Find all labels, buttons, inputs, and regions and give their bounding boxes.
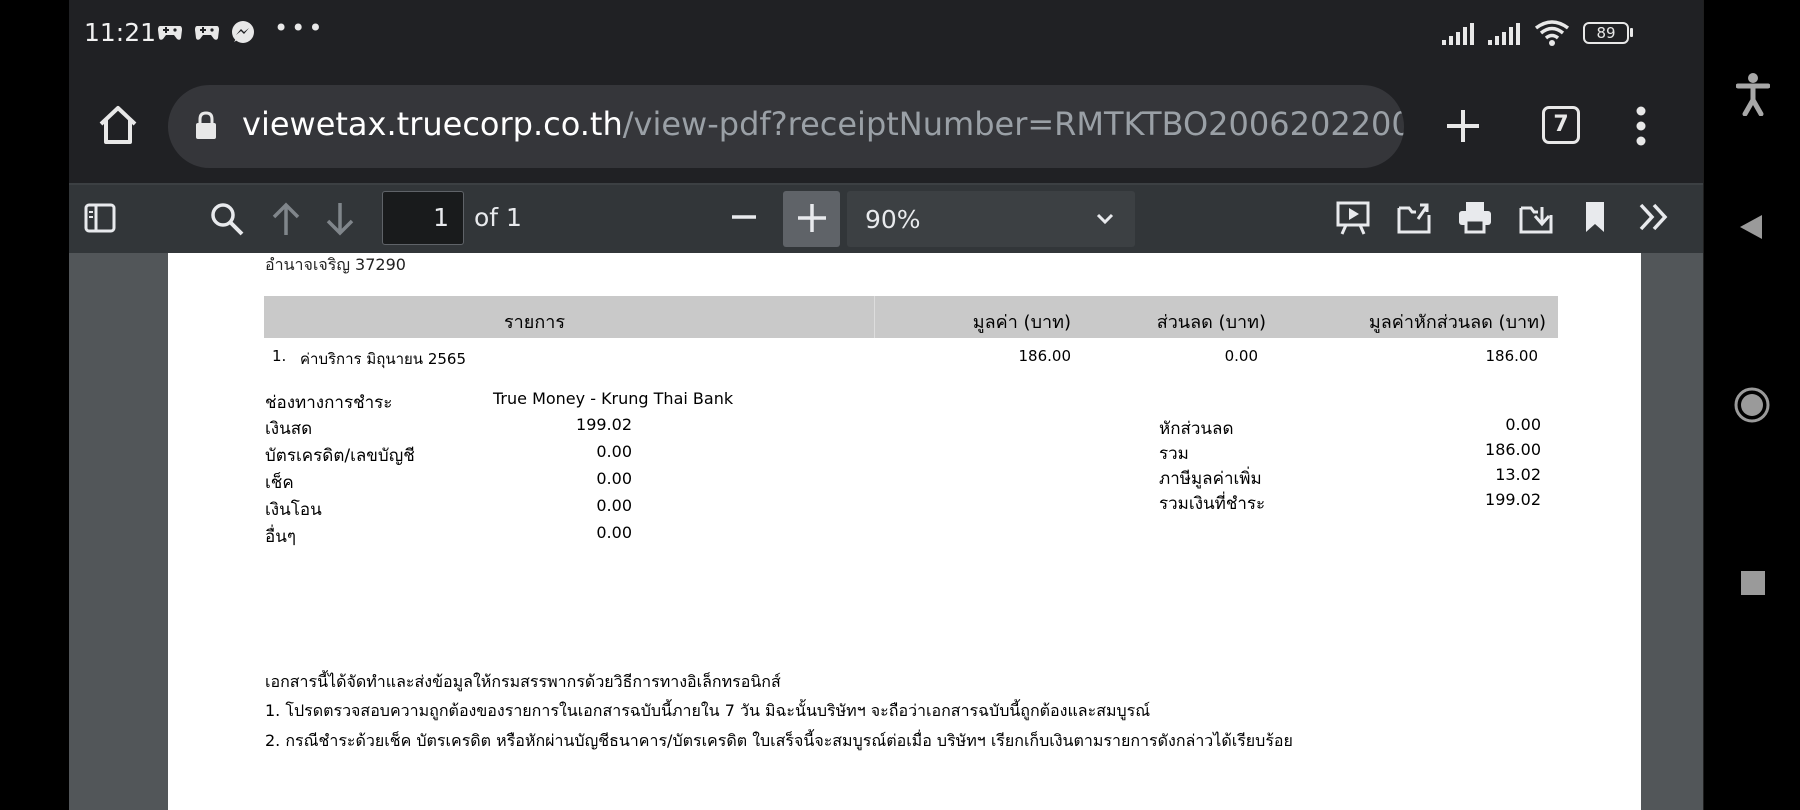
header-item: รายการ [504, 312, 565, 333]
row-value: 186.00 [1018, 347, 1072, 365]
customer-address-line: อำนาจเจริญ 37290 [265, 255, 406, 274]
next-result-icon[interactable] [323, 201, 357, 241]
left-screen-edge [0, 0, 69, 810]
zoom-level-dropdown[interactable]: 90% [847, 191, 1135, 247]
row-discount: 0.00 [1224, 347, 1258, 365]
new-tab-button[interactable] [1441, 104, 1485, 148]
overflow-menu-icon[interactable] [1637, 201, 1671, 237]
payment-method-label: บัตรเครดิต/เลขบัญชี [265, 446, 415, 466]
battery-tip [1630, 28, 1633, 37]
messenger-icon [230, 20, 256, 50]
browser-window: 11:21 ••• 89 viewetax.truecorp.co.th/vie… [69, 0, 1703, 810]
summary-label: รวม [1159, 444, 1189, 464]
payment-method-label: เงินสด [265, 419, 313, 439]
summary-value: 13.02 [1495, 465, 1541, 484]
payment-method-value: 199.02 [576, 415, 632, 434]
status-more-indicator: ••• [274, 14, 326, 42]
payment-method-value: 0.00 [596, 442, 632, 461]
print-icon[interactable] [1457, 199, 1493, 239]
payment-method-label: เช็ค [265, 473, 294, 493]
note-line: 2. กรณีชำระด้วยเช็ค บัตรเครดิต หรือหักผ่… [265, 731, 1293, 750]
signal-strength-icon [1488, 22, 1524, 50]
previous-result-icon[interactable] [269, 201, 303, 241]
summary-label: รวมเงินที่ชำระ [1159, 494, 1266, 514]
download-icon[interactable] [1518, 199, 1554, 239]
plus-icon [1441, 110, 1485, 152]
home-button[interactable] [93, 100, 143, 150]
payment-channel-value: True Money - Krung Thai Bank [493, 389, 734, 408]
url-path: /view-pdf?receiptNumber=RMTKTBO200620220… [622, 105, 1404, 143]
summary-value: 0.00 [1505, 415, 1541, 434]
search-icon[interactable] [209, 201, 245, 241]
zoom-in-button[interactable] [783, 191, 840, 247]
summary-value: 186.00 [1485, 440, 1541, 459]
row-net-value: 186.00 [1485, 347, 1539, 365]
payment-method-value: 0.00 [596, 469, 632, 488]
header-value: มูลค่า (บาท) [972, 312, 1071, 333]
address-bar[interactable]: viewetax.truecorp.co.th/view-pdf?receipt… [168, 85, 1404, 168]
tab-switcher-button[interactable]: 7 [1542, 106, 1580, 144]
game-controller-icon [193, 20, 221, 48]
pdf-toolbar: 1 of 1 90% [69, 183, 1703, 253]
note-line: 1. โปรดตรวจสอบความถูกต้องของรายการในเอกส… [265, 701, 1151, 720]
signal-strength-icon [1442, 22, 1478, 50]
status-time: 11:21 [84, 18, 157, 47]
wifi-icon [1534, 19, 1570, 51]
back-icon[interactable] [1736, 212, 1766, 246]
e-tax-notice: เอกสารนี้ได้จัดทำและส่งข้อมูลให้กรมสรรพา… [265, 672, 781, 691]
row-number: 1. [272, 347, 287, 365]
zoom-out-button[interactable] [729, 199, 759, 239]
payment-method-value: 0.00 [596, 496, 632, 515]
page-count-label: of 1 [474, 203, 522, 232]
summary-label: ภาษีมูลค่าเพิ่ม [1159, 469, 1262, 489]
bookmark-icon[interactable] [1583, 199, 1607, 239]
browser-menu-button[interactable] [1634, 104, 1648, 148]
recents-icon[interactable] [1740, 570, 1766, 600]
chevron-down-icon [1095, 209, 1115, 233]
pdf-page: อำนาจเจริญ 37290 รายการ มูลค่า (บาท) ส่ว… [168, 253, 1641, 810]
lock-icon [194, 111, 218, 145]
items-table-header: รายการ มูลค่า (บาท) ส่วนลด (บาท) มูลค่าห… [264, 296, 1558, 338]
pdf-viewer[interactable]: อำนาจเจริญ 37290 รายการ มูลค่า (บาท) ส่ว… [69, 253, 1703, 810]
battery-indicator: 89 [1583, 22, 1629, 44]
home-icon [93, 106, 143, 154]
summary-label: หักส่วนลด [1159, 419, 1234, 439]
zoom-level-value: 90% [865, 205, 921, 234]
sidebar-toggle-icon[interactable] [84, 203, 116, 237]
url-text: viewetax.truecorp.co.th/view-pdf?receipt… [242, 105, 1404, 143]
more-vert-icon [1634, 106, 1648, 152]
row-description: ค่าบริการ มิถุนายน 2565 [300, 350, 466, 368]
payment-method-label: อื่นๆ [265, 527, 296, 547]
present-icon[interactable] [1335, 199, 1371, 241]
page-number-input[interactable]: 1 [382, 191, 464, 245]
status-bar: 11:21 ••• 89 [69, 0, 1703, 70]
url-toolbar: viewetax.truecorp.co.th/view-pdf?receipt… [69, 70, 1703, 183]
plus-icon [796, 202, 828, 238]
game-controller-icon [156, 20, 184, 48]
url-host: viewetax.truecorp.co.th [242, 105, 623, 143]
summary-value: 199.02 [1485, 490, 1541, 509]
home-nav-icon[interactable] [1733, 386, 1771, 428]
header-discount: ส่วนลด (บาท) [1156, 312, 1266, 333]
accessibility-icon[interactable] [1735, 72, 1771, 120]
system-navigation-bar [1703, 0, 1800, 810]
table-row: 1. ค่าบริการ มิถุนายน 2565 186.00 0.00 1… [264, 347, 1558, 373]
column-divider [874, 296, 875, 338]
payment-method-label: เงินโอน [265, 500, 322, 520]
payment-method-value: 0.00 [596, 523, 632, 542]
header-net-value: มูลค่าหักส่วนลด (บาท) [1368, 312, 1546, 333]
open-in-icon[interactable] [1396, 199, 1432, 239]
payment-channel-label: ช่องทางการชำระ [265, 393, 393, 413]
